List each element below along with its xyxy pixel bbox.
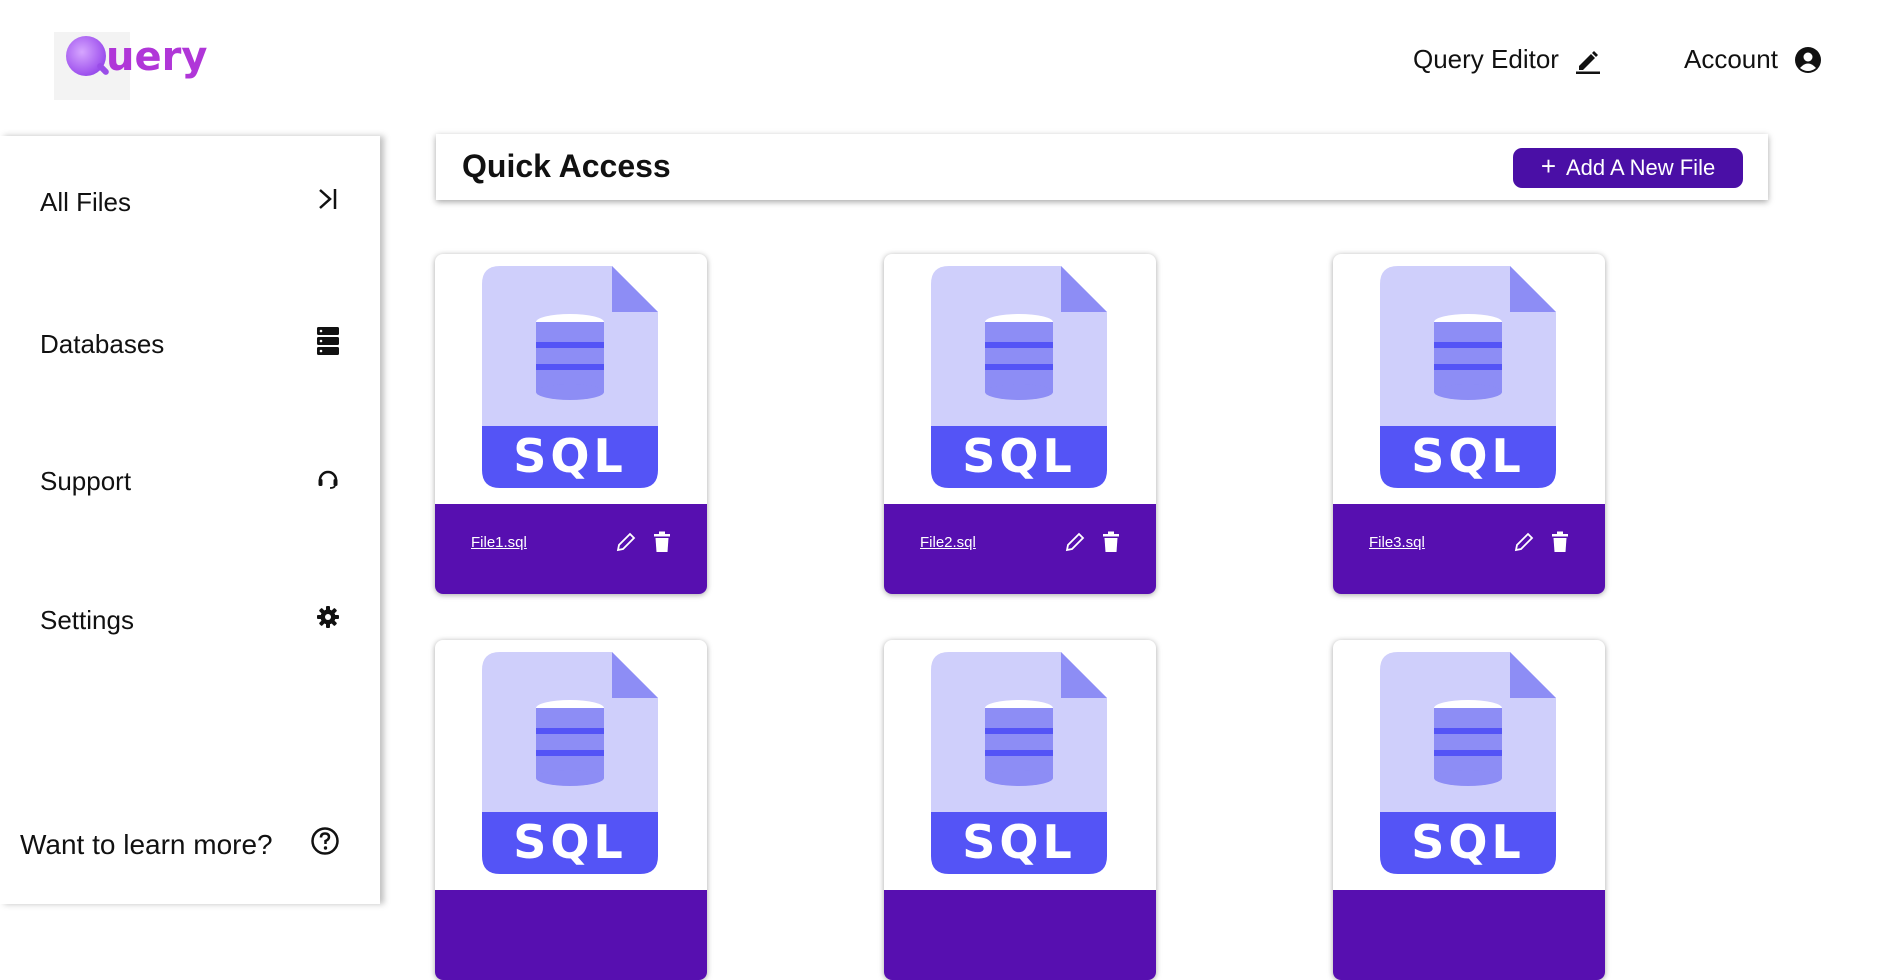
nav-query-editor[interactable]: Query Editor	[1413, 44, 1601, 75]
collapse-arrow-icon	[316, 186, 340, 219]
sql-label: SQL	[962, 815, 1076, 869]
gear-icon	[316, 605, 340, 636]
learn-more-label: Want to learn more?	[20, 828, 273, 860]
nav-account[interactable]: Account	[1684, 44, 1822, 75]
file-card[interactable]: SQL	[435, 640, 707, 980]
trash-icon[interactable]	[653, 531, 671, 558]
file-card[interactable]: SQL File3.sql	[1333, 254, 1605, 594]
sql-file-icon: SQL	[482, 652, 658, 881]
sql-label: SQL	[1411, 815, 1525, 869]
edit-pencil-icon[interactable]	[615, 531, 637, 558]
sql-file-icon: SQL	[482, 266, 658, 495]
sidebar-item-settings[interactable]: Settings	[40, 605, 340, 636]
sql-label: SQL	[1411, 429, 1525, 483]
file-card-footer: File1.sql	[435, 504, 707, 594]
nav-query-editor-label: Query Editor	[1413, 44, 1559, 74]
headset-icon	[316, 466, 340, 497]
logo-magnifier-icon	[66, 36, 106, 76]
sidebar: All Files Databases Support Settings	[0, 136, 380, 904]
file-card[interactable]: SQL File1.sql	[435, 254, 707, 594]
sql-file-icon: SQL	[1380, 266, 1556, 495]
sql-label: SQL	[513, 815, 627, 869]
page-title: Quick Access	[462, 148, 671, 184]
plus-icon: +	[1540, 151, 1556, 181]
sql-file-icon: SQL	[931, 266, 1107, 495]
sidebar-item-label: Databases	[40, 329, 165, 359]
sql-file-icon: SQL	[1380, 652, 1556, 881]
learn-more-link[interactable]: Want to learn more?	[20, 826, 340, 863]
logo-text: uery	[106, 34, 208, 80]
user-circle-icon	[1794, 46, 1822, 74]
pencil-icon	[1575, 46, 1601, 74]
quick-access-header: Quick Access + Add A New File	[436, 134, 1768, 200]
file-card-footer: File3.sql	[1333, 504, 1605, 594]
sidebar-item-label: Support	[40, 466, 132, 496]
edit-pencil-icon[interactable]	[1064, 531, 1086, 558]
sidebar-item-label: Settings	[40, 605, 134, 635]
add-new-file-button[interactable]: + Add A New File	[1513, 148, 1743, 188]
sidebar-item-all-files[interactable]: All Files	[40, 186, 340, 219]
sidebar-item-support[interactable]: Support	[40, 466, 340, 497]
edit-pencil-icon[interactable]	[1513, 531, 1535, 558]
file-card[interactable]: SQL	[1333, 640, 1605, 980]
file-name-link[interactable]: File3.sql	[1369, 534, 1425, 551]
trash-icon[interactable]	[1102, 531, 1120, 558]
file-card[interactable]: SQL	[884, 640, 1156, 980]
server-icon	[316, 326, 340, 363]
trash-icon[interactable]	[1551, 531, 1569, 558]
file-name-link[interactable]: File1.sql	[471, 534, 527, 551]
sql-file-icon: SQL	[931, 652, 1107, 881]
add-new-file-label: Add A New File	[1566, 155, 1716, 180]
file-card-footer: File2.sql	[884, 504, 1156, 594]
app-logo[interactable]: uery	[54, 22, 207, 100]
file-card[interactable]: SQL File2.sql	[884, 254, 1156, 594]
sql-label: SQL	[513, 429, 627, 483]
sidebar-item-label: All Files	[40, 187, 132, 217]
nav-account-label: Account	[1684, 44, 1778, 74]
sidebar-item-databases[interactable]: Databases	[40, 326, 340, 363]
question-circle-icon	[310, 826, 340, 863]
sql-label: SQL	[962, 429, 1076, 483]
file-name-link[interactable]: File2.sql	[920, 534, 976, 551]
